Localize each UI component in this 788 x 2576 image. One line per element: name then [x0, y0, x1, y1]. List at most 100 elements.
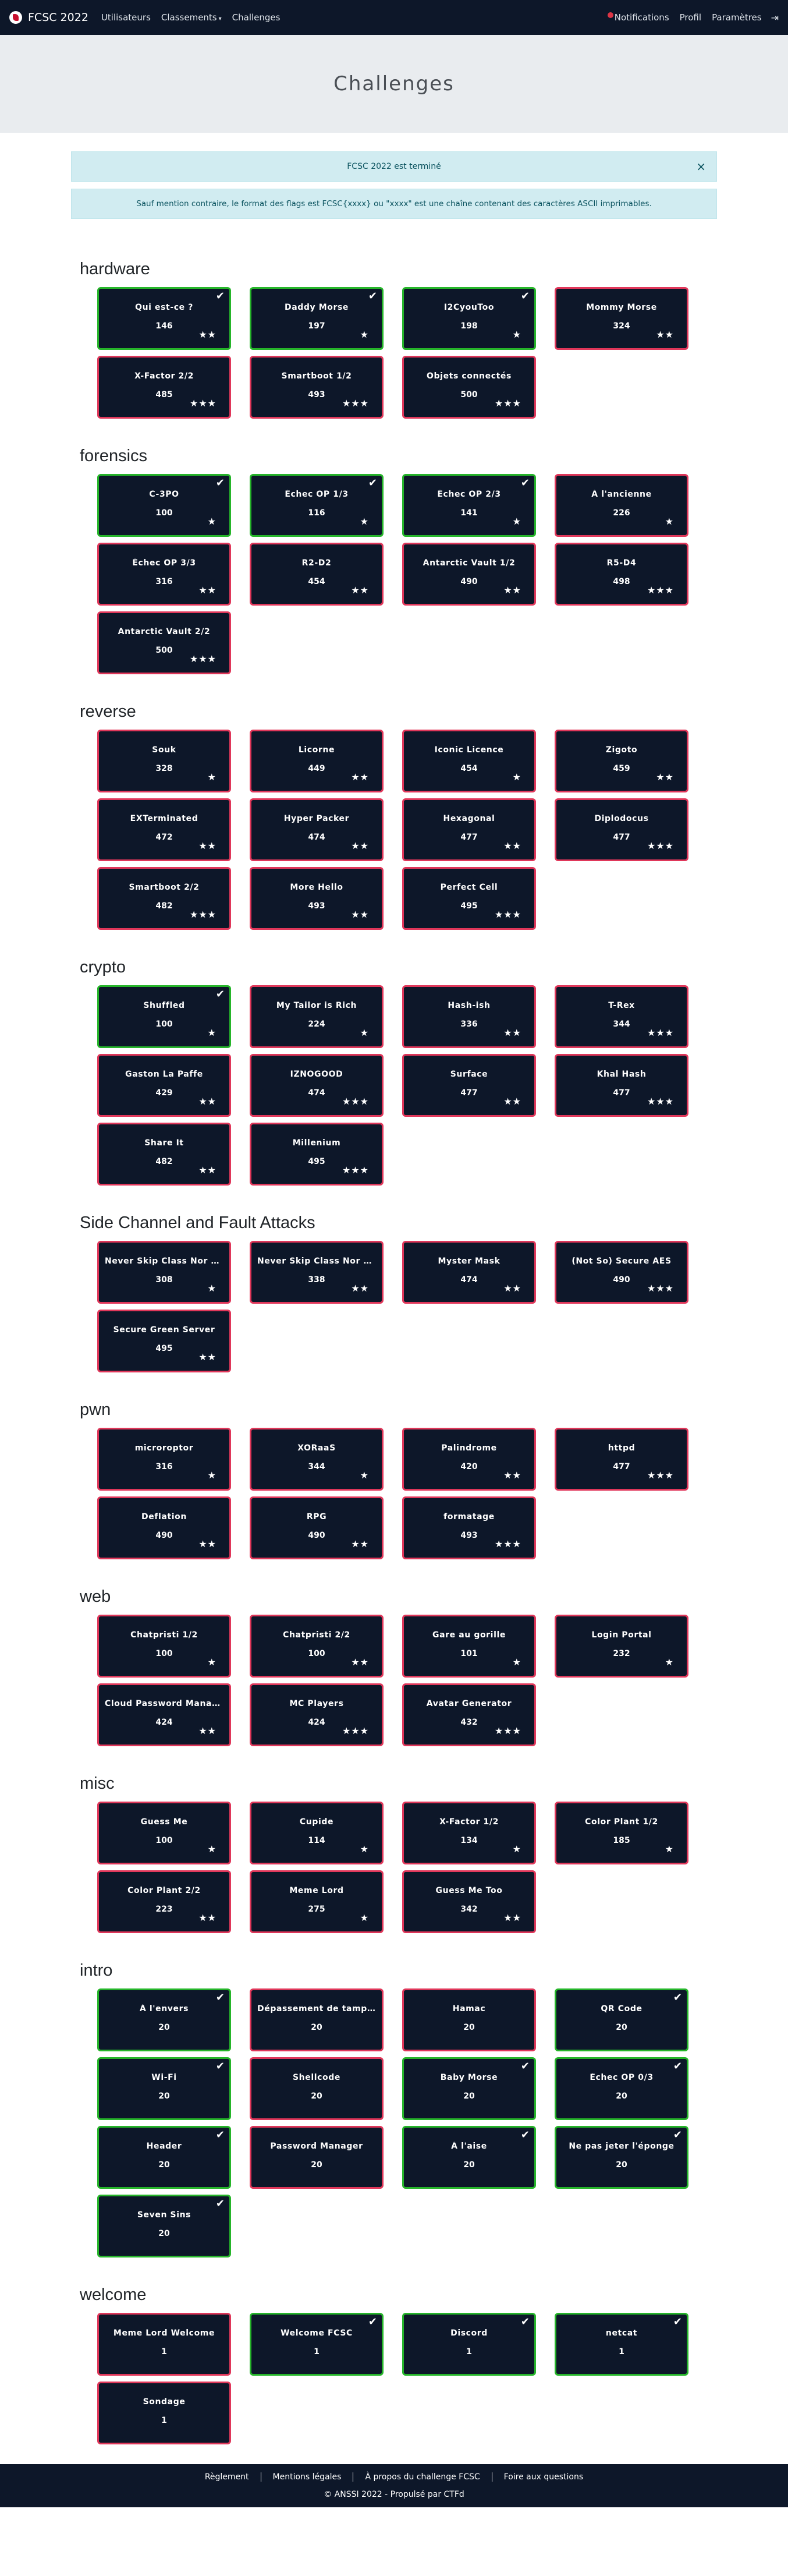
- challenge-card[interactable]: Secure Green Server 495 ★★: [97, 1310, 231, 1372]
- challenge-card[interactable]: X-Factor 2/2 485 ★★★: [97, 356, 231, 419]
- challenge-card[interactable]: R5-D4 498 ★★★: [555, 543, 688, 606]
- check-icon: ✔: [215, 477, 225, 489]
- challenge-card[interactable]: X-Factor 1/2 134 ★: [402, 1802, 536, 1864]
- challenge-card[interactable]: Daddy Morse 197 ★ ✔: [250, 287, 384, 350]
- challenge-card[interactable]: Palindrome 420 ★★: [402, 1428, 536, 1491]
- challenge-card[interactable]: À l'ancienne 226 ★: [555, 474, 688, 537]
- challenge-card[interactable]: Deflation 490 ★★: [97, 1496, 231, 1559]
- challenge-card[interactable]: httpd 477 ★★★: [555, 1428, 688, 1491]
- challenge-card[interactable]: Avatar Generator 432 ★★★: [402, 1683, 536, 1746]
- challenge-card[interactable]: Échec OP 0/3 20 ✔: [555, 2057, 688, 2120]
- challenge-card[interactable]: formatage 493 ★★★: [402, 1496, 536, 1559]
- challenge-card[interactable]: Baby Morse 20 ✔: [402, 2057, 536, 2120]
- challenge-card[interactable]: Gaston La Paffe 429 ★★: [97, 1054, 231, 1117]
- challenge-card[interactable]: Hyper Packer 474 ★★: [250, 798, 384, 861]
- nav-link-notifications[interactable]: Notifications: [607, 12, 669, 23]
- challenge-card[interactable]: Échec OP 1/3 116 ★ ✔: [250, 474, 384, 537]
- challenge-card[interactable]: Cupide 114 ★: [250, 1802, 384, 1864]
- nav-link-challenges[interactable]: Challenges: [232, 12, 281, 23]
- challenge-card[interactable]: Antarctic Vault 1/2 490 ★★: [402, 543, 536, 606]
- nav-link-settings[interactable]: Paramètres: [712, 12, 762, 23]
- challenge-card[interactable]: À l'envers 20 ✔: [97, 1988, 231, 2051]
- challenge-card[interactable]: Qui est-ce ? 146 ★★ ✔: [97, 287, 231, 350]
- nav-link-profile[interactable]: Profil: [680, 12, 701, 23]
- challenge-card[interactable]: Header 20 ✔: [97, 2126, 231, 2189]
- challenge-card[interactable]: IZNOGOOD 474 ★★★: [250, 1054, 384, 1117]
- challenge-card[interactable]: Chatpristi 2/2 100 ★★: [250, 1615, 384, 1678]
- nav-link-rankings[interactable]: Classements ▾: [161, 12, 222, 23]
- challenge-card[interactable]: Surface 477 ★★: [402, 1054, 536, 1117]
- challenge-card[interactable]: Diplodocus 477 ★★★: [555, 798, 688, 861]
- challenge-card[interactable]: Color Plant 1/2 185 ★: [555, 1802, 688, 1864]
- challenge-card[interactable]: Licorne 449 ★★: [250, 730, 384, 792]
- challenge-card[interactable]: Never Skip Class Nor M... 308 ★: [97, 1241, 231, 1304]
- logout-icon[interactable]: ⇥: [771, 12, 779, 23]
- footer-link-about[interactable]: À propos du challenge FCSC: [353, 2472, 491, 2482]
- challenge-card[interactable]: netcat 1 ✔: [555, 2313, 688, 2376]
- challenge-card[interactable]: Seven Sins 20 ✔: [97, 2195, 231, 2257]
- challenge-card[interactable]: Échec OP 3/3 316 ★★: [97, 543, 231, 606]
- challenge-card[interactable]: EXTerminated 472 ★★: [97, 798, 231, 861]
- challenge-card[interactable]: Échec OP 2/3 141 ★ ✔: [402, 474, 536, 537]
- close-icon[interactable]: ×: [696, 160, 706, 174]
- nav-link-users[interactable]: Utilisateurs: [101, 12, 151, 23]
- challenge-card[interactable]: Meme Lord Welcome 1: [97, 2313, 231, 2376]
- challenge-card[interactable]: Mommy Morse 324 ★★: [555, 287, 688, 350]
- challenge-card[interactable]: Shuffled 100 ★ ✔: [97, 985, 231, 1048]
- challenge-card[interactable]: Chatpristi 1/2 100 ★: [97, 1615, 231, 1678]
- challenge-card[interactable]: Shellcode 20: [250, 2057, 384, 2120]
- challenge-card[interactable]: I2CyouToo 198 ★ ✔: [402, 287, 536, 350]
- challenge-card[interactable]: Discord 1 ✔: [402, 2313, 536, 2376]
- challenge-card[interactable]: Khal Hash 477 ★★★: [555, 1054, 688, 1117]
- challenge-card[interactable]: Perfect Cell 495 ★★★: [402, 867, 536, 930]
- star-icon: ★: [351, 1283, 360, 1294]
- challenge-card[interactable]: Guess Me Too 342 ★★: [402, 1870, 536, 1933]
- challenge-card[interactable]: Login Portal 232 ★: [555, 1615, 688, 1678]
- challenge-card[interactable]: Smartboot 1/2 493 ★★★: [250, 356, 384, 419]
- challenge-card[interactable]: Ne pas jeter l'éponge 20 ✔: [555, 2126, 688, 2189]
- challenge-card[interactable]: Meme Lord 275 ★: [250, 1870, 384, 1933]
- challenge-card[interactable]: Share It 482 ★★: [97, 1123, 231, 1186]
- challenge-card[interactable]: More Hello 493 ★★: [250, 867, 384, 930]
- difficulty-stars: ★★★: [495, 1725, 521, 1736]
- star-icon: ★: [189, 909, 199, 920]
- challenge-card[interactable]: XORaaS 344 ★: [250, 1428, 384, 1491]
- challenge-card[interactable]: C-3PO 100 ★ ✔: [97, 474, 231, 537]
- footer-link-faq[interactable]: Foire aux questions: [491, 2472, 595, 2482]
- challenge-card[interactable]: QR Code 20 ✔: [555, 1988, 688, 2051]
- challenge-card[interactable]: Hash-ish 336 ★★: [402, 985, 536, 1048]
- challenge-card[interactable]: Souk 328 ★: [97, 730, 231, 792]
- challenge-card[interactable]: Millenium 495 ★★★: [250, 1123, 384, 1186]
- challenge-card[interactable]: Guess Me 100 ★: [97, 1802, 231, 1864]
- challenge-card[interactable]: My Tailor is Rich 224 ★: [250, 985, 384, 1048]
- challenge-card[interactable]: Iconic Licence 454 ★: [402, 730, 536, 792]
- challenge-card[interactable]: Objets connectés 500 ★★★: [402, 356, 536, 419]
- challenge-card[interactable]: Dépassement de tampon 20: [250, 1988, 384, 2051]
- challenge-card[interactable]: Color Plant 2/2 223 ★★: [97, 1870, 231, 1933]
- challenge-card[interactable]: Welcome FCSC 1 ✔: [250, 2313, 384, 2376]
- challenge-card[interactable]: (Not So) Secure AES 490 ★★★: [555, 1241, 688, 1304]
- challenge-card[interactable]: Gare au gorille 101 ★: [402, 1615, 536, 1678]
- challenge-card[interactable]: MC Players 424 ★★★: [250, 1683, 384, 1746]
- challenge-card[interactable]: À l'aise 20 ✔: [402, 2126, 536, 2189]
- challenge-card[interactable]: RPG 490 ★★: [250, 1496, 384, 1559]
- brand[interactable]: FCSC 2022: [9, 11, 88, 24]
- challenge-card[interactable]: Smartboot 2/2 482 ★★★: [97, 867, 231, 930]
- challenge-card[interactable]: Myster Mask 474 ★★: [402, 1241, 536, 1304]
- challenge-card[interactable]: Hamac 20: [402, 1988, 536, 2051]
- footer-link-legal[interactable]: Mentions légales: [260, 2472, 353, 2482]
- challenge-card[interactable]: Sondage 1: [97, 2382, 231, 2444]
- challenge-card[interactable]: T-Rex 344 ★★★: [555, 985, 688, 1048]
- footer-link-rules[interactable]: Règlement: [193, 2472, 261, 2482]
- challenge-card[interactable]: Never Skip Class Nor Sq... 338 ★★: [250, 1241, 384, 1304]
- challenge-card[interactable]: Wi-Fi 20 ✔: [97, 2057, 231, 2120]
- challenge-card[interactable]: Hexagonal 477 ★★: [402, 798, 536, 861]
- challenge-card[interactable]: microroptor 316 ★: [97, 1428, 231, 1491]
- challenge-card[interactable]: Zigoto 459 ★★: [555, 730, 688, 792]
- star-icon: ★: [665, 1843, 674, 1855]
- challenge-card[interactable]: R2-D2 454 ★★: [250, 543, 384, 606]
- challenge-card[interactable]: Cloud Password Manager 424 ★★: [97, 1683, 231, 1746]
- challenge-card[interactable]: Antarctic Vault 2/2 500 ★★★: [97, 611, 231, 674]
- challenge-name: Khal Hash: [597, 1070, 647, 1079]
- challenge-card[interactable]: Password Manager 20: [250, 2126, 384, 2189]
